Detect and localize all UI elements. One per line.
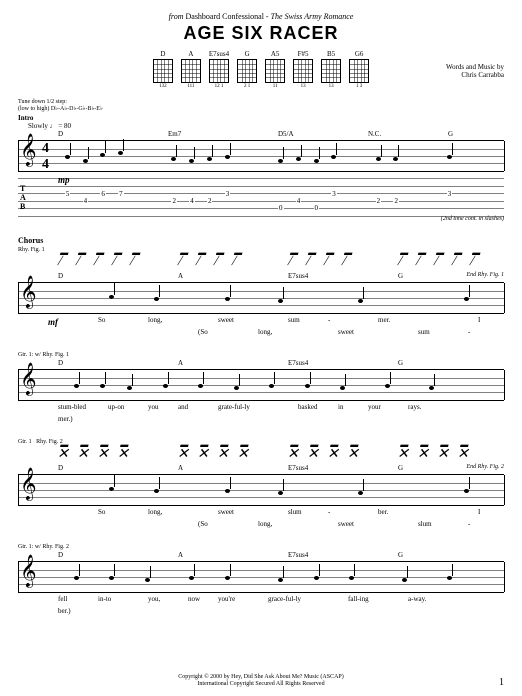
notation-staff: 𝄞 44 mp <box>18 140 504 172</box>
lyrics-line-backing: (So long, sweet sum - <box>18 328 504 338</box>
rhythm-slashes: ///// //// //// ///// <box>18 254 504 270</box>
notation-staff: 𝄞 mf <box>18 282 504 314</box>
guitar-label: Gtr. 1 <box>18 439 32 445</box>
rhythm-figure-label: Rhy. Fig. 1 <box>18 247 504 253</box>
treble-clef-icon: 𝄞 <box>20 279 37 307</box>
chorus-system: Rhy. Fig. 1 ///// //// //// ///// D A E7… <box>18 247 504 338</box>
lyrics-line: So long, sweet sum - mer. I <box>18 316 504 326</box>
chord-symbols: D A E7sus4 G <box>18 359 504 369</box>
chord-diagram: B513 <box>321 50 341 89</box>
chord-diagram: F#513 <box>293 50 313 89</box>
lyrics-line: So long, sweet slum - ber. I <box>18 508 504 518</box>
treble-clef-icon: 𝄞 <box>20 558 37 586</box>
lyrics-line: stum-bled up-on you and grate-ful-ly bas… <box>18 403 504 413</box>
chord-symbols: D A E7sus4 G <box>18 551 504 561</box>
rhythm-figure-label: Gtr. 1: w/ Rhy. Fig. 2 <box>18 544 504 550</box>
notation-staff: 𝄞 <box>18 369 504 401</box>
chord-symbols: D A E7sus4 G End Rhy. Fig. 1 <box>18 272 504 282</box>
treble-clef-icon: 𝄞 <box>20 471 37 499</box>
chord-diagram: G61 3 <box>349 50 369 89</box>
chord-symbols: D Em7 D5/A N.C. G <box>18 130 504 140</box>
intro-system: Intro Slowly ♩ = 80 D Em7 D5/A N.C. G 𝄞 … <box>18 114 504 222</box>
tablature-staff: TAB 5 4 6 7 2 4 2 3 0 4 0 3 2 2 3 <box>18 178 504 216</box>
tempo-marking: Slowly ♩ = 80 <box>28 122 504 130</box>
credits: Words and Music by Chris Carrabba <box>18 63 504 79</box>
chorus-system: Gtr. 1 Rhy. Fig. 2 ✕✕✕✕ ✕✕✕✕ ✕✕✕✕ ✕✕✕✕ D… <box>18 439 504 530</box>
tuning-note: Tune down 1/2 step: (low to high) D♭-A♭-… <box>18 99 504 112</box>
chord-symbols: D A E7sus4 G End Rhy. Fig. 2 <box>18 464 504 474</box>
lyrics-line-backing: mer.) <box>18 415 504 425</box>
page-number: 1 <box>499 677 504 688</box>
rhythm-figure-label: Gtr. 1: w/ Rhy. Fig. 1 <box>18 352 504 358</box>
sheet-header: from Dashboard Confessional - The Swiss … <box>18 12 504 44</box>
time-signature: 44 <box>42 141 49 173</box>
rhythm-figure-label: Rhy. Fig. 2 <box>36 439 63 445</box>
lyrics-line-backing: ber.) <box>18 607 504 617</box>
chord-diagram: A111 <box>181 50 201 89</box>
chorus-system: Gtr. 1: w/ Rhy. Fig. 1 D A E7sus4 G 𝄞 st… <box>18 352 504 425</box>
chorus-system: Gtr. 1: w/ Rhy. Fig. 2 D A E7sus4 G 𝄞 fe… <box>18 544 504 617</box>
lyrics-line: fell in-to you, now you're grace-ful-ly … <box>18 595 504 605</box>
chord-diagram: A511 <box>265 50 285 89</box>
treble-clef-icon: 𝄞 <box>20 137 37 165</box>
notation-staff: 𝄞 <box>18 474 504 506</box>
section-label: Chorus <box>18 236 504 245</box>
chord-diagram: G2 1 <box>237 50 257 89</box>
chord-diagram: E7sus412 1 <box>209 50 229 89</box>
song-title: AGE SIX RACER <box>18 23 504 44</box>
section-label: Intro <box>18 114 33 122</box>
notation-staff: 𝄞 <box>18 561 504 593</box>
rhythm-slashes: ✕✕✕✕ ✕✕✕✕ ✕✕✕✕ ✕✕✕✕ <box>18 446 504 462</box>
from-line: from Dashboard Confessional - The Swiss … <box>18 12 504 21</box>
copyright-footer: Copyright © 2000 by Hey, Did She Ask Abo… <box>0 674 522 688</box>
lyrics-line-backing: (So long, sweet slum - <box>18 520 504 530</box>
chord-diagram: D132 <box>153 50 173 89</box>
performance-note: (2nd time cont. in slashes) <box>18 216 504 222</box>
treble-clef-icon: 𝄞 <box>20 366 37 394</box>
tab-label-icon: TAB <box>20 184 26 211</box>
